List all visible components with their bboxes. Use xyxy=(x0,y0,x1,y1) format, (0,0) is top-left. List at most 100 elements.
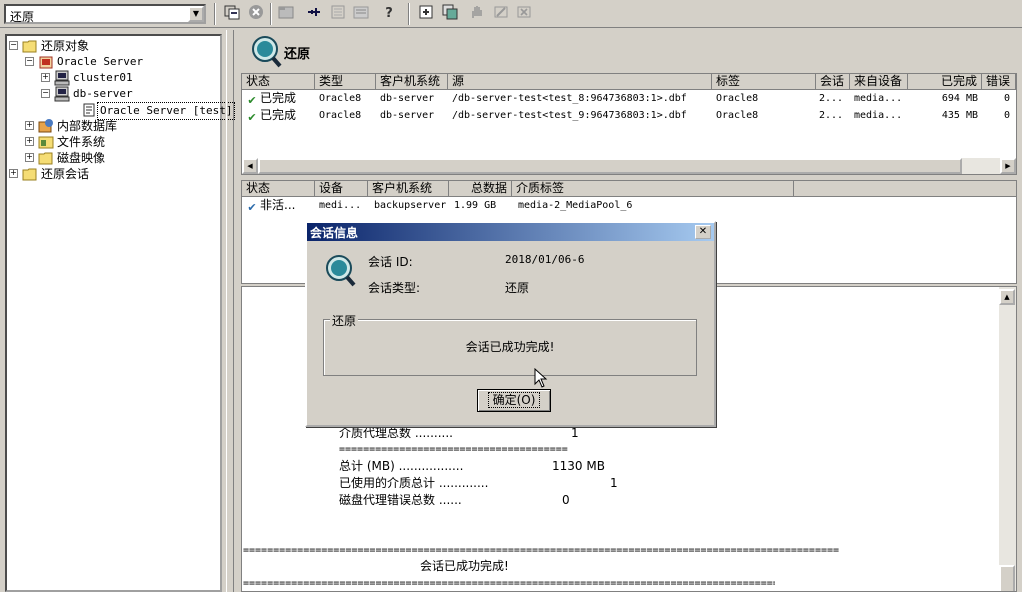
table-row[interactable]: ✔ 非活... medi... backupserver 1.99 GB medi… xyxy=(242,198,1016,214)
media-label-cell: media-2_MediaPool_6 xyxy=(518,200,633,211)
tree-node-disk-image[interactable]: + 磁盘映像 xyxy=(25,150,205,166)
status-text: 已完成 xyxy=(260,91,297,105)
session-type-value: 还原 xyxy=(505,281,530,295)
log-used-media-label: 已使用的介质总计 ............. xyxy=(339,476,489,490)
folder-icon xyxy=(22,168,37,181)
column-header-done[interactable]: 已完成 xyxy=(908,74,982,90)
move-icon[interactable] xyxy=(416,4,436,24)
properties-icon[interactable] xyxy=(328,4,348,24)
column-header-device[interactable]: 来自设备 xyxy=(850,74,908,90)
column-header-device[interactable]: 设备 xyxy=(315,181,368,197)
log-separator: ========================================… xyxy=(243,545,840,556)
delete-icon[interactable] xyxy=(514,4,534,24)
expand-icon[interactable]: + xyxy=(9,169,18,178)
page-title: 还原 xyxy=(284,47,311,62)
pin-icon[interactable] xyxy=(304,4,324,24)
report-icon[interactable] xyxy=(351,4,371,24)
column-header-status[interactable]: 状态 xyxy=(242,74,315,90)
status-cell: ✔ 已完成 xyxy=(246,108,312,124)
collapse-icon[interactable]: − xyxy=(9,41,18,50)
column-header-client[interactable]: 客户机系统 xyxy=(376,74,448,90)
total-cell: 1.99 GB xyxy=(454,200,497,211)
column-header-client[interactable]: 客户机系统 xyxy=(368,181,449,197)
column-header-type[interactable]: 类型 xyxy=(315,74,376,90)
source-cell: /db-server-test<test_8:964736803:1>.dbf xyxy=(452,93,687,104)
table-row[interactable]: ✔ 已完成 Oracle8 db-server /db-server-test<t… xyxy=(242,108,1016,124)
expand-icon[interactable]: + xyxy=(41,73,50,82)
tree-node-internal-database[interactable]: + 内部数据库 xyxy=(25,118,205,134)
stop-icon[interactable] xyxy=(246,4,266,24)
expand-icon[interactable]: + xyxy=(25,137,34,146)
restore-icon[interactable] xyxy=(222,4,242,24)
copy-icon[interactable] xyxy=(440,4,460,24)
errors-cell: 0 xyxy=(1003,110,1010,121)
open-icon[interactable] xyxy=(276,4,296,24)
expand-icon[interactable]: + xyxy=(25,121,34,130)
tree-node-label: db-server xyxy=(73,87,133,100)
tree-node-label: 还原对象 xyxy=(41,39,90,53)
column-header-session[interactable]: 会话 xyxy=(816,74,850,90)
restore-groupbox: 还原 会话已成功完成! xyxy=(323,312,697,376)
toolbar-separator xyxy=(270,3,272,25)
column-header-errors[interactable]: 错误 xyxy=(982,74,1016,90)
chevron-down-icon[interactable]: ▼ xyxy=(188,6,204,22)
pane-splitter[interactable] xyxy=(226,30,234,592)
source-cell: /db-server-test<test_9:964736803:1>.dbf xyxy=(452,110,687,121)
log-disk-errors-label: 磁盘代理错误总数 ...... xyxy=(339,493,462,507)
dialog-title: 会话信息 xyxy=(310,226,359,240)
table-row[interactable]: ✔ 已完成 Oracle8 db-server /db-server-test<t… xyxy=(242,91,1016,107)
tree-node-restore-sessions[interactable]: + 还原会话 xyxy=(9,166,209,182)
column-header-status[interactable]: 状态 xyxy=(242,181,315,197)
scroll-thumb[interactable] xyxy=(258,158,962,174)
completion-message: 会话已成功完成! xyxy=(465,340,555,354)
tree-node-filesystem[interactable]: + 文件系统 xyxy=(25,134,205,150)
vertical-scrollbar[interactable]: ▲ xyxy=(999,287,1016,591)
session-cell: 2... xyxy=(819,93,844,104)
label-cell: Oracle8 xyxy=(716,110,759,121)
tree-node-oracle-server[interactable]: − Oracle Server xyxy=(25,54,215,70)
column-header-source[interactable]: 源 xyxy=(448,74,712,90)
log-total-value: 1130 MB xyxy=(552,459,605,473)
session-id-value: 2018/01/06-6 xyxy=(505,253,585,266)
collapse-icon[interactable]: − xyxy=(25,57,34,66)
collapse-icon[interactable]: − xyxy=(41,89,50,98)
toolbar: 还原 ▼ ? xyxy=(0,0,1022,28)
computer-icon xyxy=(54,86,70,102)
groupbox-label: 还原 xyxy=(330,312,359,329)
expand-icon[interactable]: + xyxy=(25,153,34,162)
dialog-titlebar[interactable]: 会话信息 ✕ xyxy=(307,223,714,241)
horizontal-scrollbar[interactable]: ◀ ▶ xyxy=(242,158,1016,174)
log-media-agents-label: 介质代理总数 .......... xyxy=(339,426,453,440)
tree-node-label: 还原会话 xyxy=(41,167,90,181)
status-text: 已完成 xyxy=(260,108,297,122)
tree-node-db-server[interactable]: − db-server xyxy=(41,86,211,102)
scroll-thumb[interactable] xyxy=(999,565,1015,591)
device-idle-icon: ✔ xyxy=(247,201,257,214)
context-select[interactable]: 还原 ▼ xyxy=(4,4,206,24)
close-icon[interactable]: ✕ xyxy=(695,225,711,239)
done-cell: 694 MB xyxy=(941,93,978,104)
type-cell: Oracle8 xyxy=(319,93,362,104)
log-disk-errors-value: 0 xyxy=(562,493,570,507)
mouse-cursor-icon xyxy=(534,368,548,388)
type-cell: Oracle8 xyxy=(319,110,362,121)
filesystem-icon xyxy=(38,136,54,149)
tree-node-oracle-instance[interactable]: Oracle Server [test] xyxy=(81,102,236,120)
scroll-right-icon[interactable]: ▶ xyxy=(1000,158,1016,174)
restore-magnifier-icon xyxy=(252,36,282,68)
column-header-filler xyxy=(794,181,1016,197)
column-header-media-label[interactable]: 介质标签 xyxy=(512,181,794,197)
checkmark-icon: ✔ xyxy=(247,94,257,107)
tree-node-cluster01[interactable]: + cluster01 xyxy=(41,70,211,86)
edit-icon[interactable] xyxy=(491,4,511,24)
scroll-left-icon[interactable]: ◀ xyxy=(242,158,258,174)
column-header-label[interactable]: 标签 xyxy=(712,74,816,90)
tree-node-label: 内部数据库 xyxy=(57,119,118,133)
column-header-total[interactable]: 总数据 xyxy=(449,181,512,197)
scroll-up-icon[interactable]: ▲ xyxy=(999,289,1015,305)
tree-node-restore-objects[interactable]: − 还原对象 xyxy=(9,38,209,54)
hand-icon[interactable] xyxy=(467,4,487,24)
ok-button[interactable]: 确定(O) xyxy=(477,389,551,412)
restore-object-tree: − 还原对象 − Oracle Server + cluster01 − db-… xyxy=(5,34,236,592)
help-icon[interactable]: ? xyxy=(379,4,399,24)
